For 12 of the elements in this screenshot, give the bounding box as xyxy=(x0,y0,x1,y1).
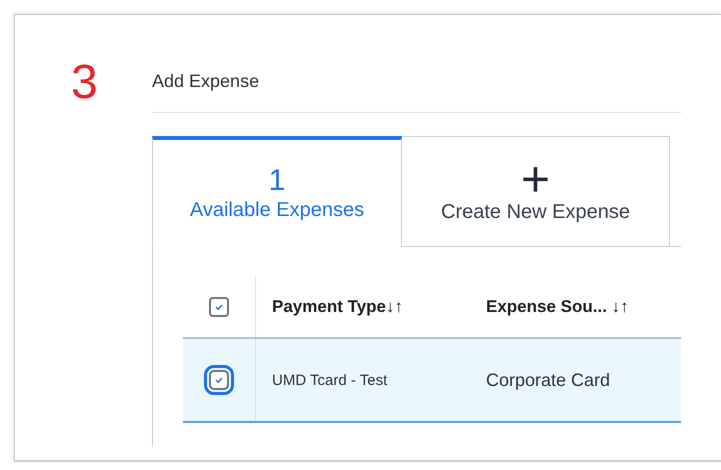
tab[interactable]: + Create New Expense xyxy=(402,136,670,247)
column-header[interactable]: Expense Sou... ↓↑ xyxy=(486,297,629,317)
section-title: Add Expense xyxy=(152,59,681,113)
check-icon xyxy=(214,302,224,312)
table-cell-text: UMD Tcard - Test xyxy=(271,372,388,388)
table-row[interactable]: UMD Tcard - Test Corporate Card xyxy=(183,339,681,423)
table-cell: Corporate Card xyxy=(486,370,610,390)
select-all-checkbox[interactable] xyxy=(209,297,229,317)
tab[interactable]: 1 Available Expenses xyxy=(152,136,402,247)
step-number: 3 xyxy=(71,59,99,111)
column-header[interactable]: Payment Type↓↑ xyxy=(256,297,486,317)
check-icon xyxy=(214,375,224,385)
